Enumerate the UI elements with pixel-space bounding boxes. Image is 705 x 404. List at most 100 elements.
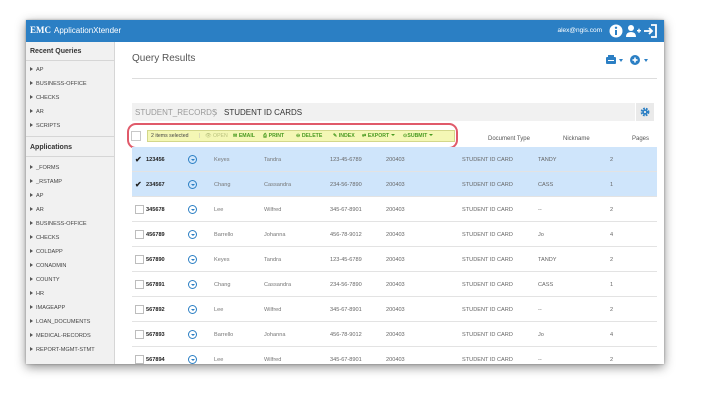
sidebar-item-ar[interactable]: AR: [30, 207, 44, 213]
expand-row-icon[interactable]: [188, 230, 197, 239]
app-window: EMC ApplicationXtender alex@ngis.com Rece…: [26, 20, 664, 364]
table-row[interactable]: ✔ 234567 Chang Cassandra 234-56-7890 200…: [132, 172, 657, 197]
expand-row-icon[interactable]: [188, 155, 197, 164]
sidebar-item-forms[interactable]: _FORMS: [30, 165, 59, 171]
caret-right-icon: [30, 319, 33, 323]
expand-row-icon[interactable]: [188, 280, 197, 289]
sidebar-item-coldapp[interactable]: COLDAPP: [30, 249, 63, 255]
export-dropdown[interactable]: ⇄ EXPORT: [362, 133, 396, 139]
row-nickname: --: [538, 207, 542, 213]
settings-button[interactable]: [636, 103, 654, 121]
row-pages: 2: [610, 157, 614, 163]
caret-right-icon: [30, 193, 33, 197]
recent-query-ar[interactable]: AR: [30, 109, 44, 115]
brand-logo[interactable]: EMC ApplicationXtender: [30, 25, 121, 35]
column-header-pages[interactable]: Pages: [632, 136, 649, 142]
caret-right-icon: [30, 109, 33, 113]
sign-out-icon[interactable]: [642, 23, 658, 39]
open-button[interactable]: 👁 OPEN: [205, 133, 228, 139]
row-checkbox[interactable]: [135, 305, 144, 314]
add-user-icon[interactable]: [625, 23, 641, 39]
row-checkbox[interactable]: [135, 330, 144, 339]
row-id: 345678: [146, 207, 165, 213]
row-nickname: CASS: [538, 182, 554, 188]
expand-row-icon[interactable]: [188, 255, 197, 264]
row-checkbox[interactable]: [135, 355, 144, 364]
caret-right-icon: [30, 291, 33, 295]
row-first-name: Cassandra: [264, 282, 292, 288]
row-id: 456789: [146, 232, 165, 238]
sidebar-divider: [26, 156, 114, 157]
selection-count: 2 items selected: [151, 133, 189, 139]
breadcrumb-application[interactable]: STUDENT_RECORDS: [135, 108, 217, 117]
sidebar: Recent Queries AP BUSINESS-OFFICE CHECKS…: [26, 42, 115, 364]
export-icon: ⇄: [362, 133, 367, 139]
email-button[interactable]: ✉ EMAIL: [233, 133, 255, 139]
sidebar-item-business-office[interactable]: BUSINESS-OFFICE: [30, 221, 87, 227]
row-checkbox[interactable]: [135, 205, 144, 214]
delete-button[interactable]: ⊖ DELETE: [296, 133, 322, 139]
row-last-name: Chang: [214, 282, 231, 288]
row-first-name: Tandra: [264, 257, 282, 263]
delete-icon: ⊖: [296, 133, 301, 139]
row-code: 200403: [386, 232, 405, 238]
row-pages: 2: [610, 207, 614, 213]
sidebar-item-ap[interactable]: AP: [30, 193, 43, 199]
sidebar-item-checks[interactable]: CHECKS: [30, 235, 59, 241]
sidebar-item-hr[interactable]: HR: [30, 291, 44, 297]
expand-row-icon[interactable]: [188, 330, 197, 339]
row-code: 200403: [386, 282, 405, 288]
row-first-name: Wilfred: [264, 357, 282, 363]
checkmark-icon[interactable]: ✔: [135, 180, 142, 189]
sidebar-item-report-mgmt-stmt[interactable]: REPORT-MGMT-STMT: [30, 347, 95, 353]
row-checkbox[interactable]: [135, 255, 144, 264]
sidebar-item-medical-records[interactable]: MEDICAL-RECORDS: [30, 333, 91, 339]
row-pages: 1: [610, 182, 614, 188]
row-nickname: TANDY: [538, 157, 557, 163]
recent-query-checks[interactable]: CHECKS: [30, 95, 59, 101]
gear-icon: [640, 107, 650, 117]
expand-row-icon[interactable]: [188, 205, 197, 214]
row-document-type: STUDENT ID CARD: [462, 257, 513, 263]
info-icon[interactable]: [608, 23, 624, 39]
row-checkbox[interactable]: [135, 230, 144, 239]
eye-icon: 👁: [205, 133, 212, 139]
row-pages: 2: [610, 257, 614, 263]
table-row[interactable]: 567891 Chang Cassandra 234-56-7890 20040…: [132, 272, 657, 297]
print-button[interactable]: ⎙ PRINT: [263, 133, 284, 140]
expand-row-icon[interactable]: [188, 180, 197, 189]
recent-query-scripts[interactable]: SCRIPTS: [30, 123, 60, 129]
sidebar-item-rstamp[interactable]: _RSTAMP: [30, 179, 62, 185]
row-pages: 2: [610, 357, 614, 363]
row-first-name: Tandra: [264, 157, 282, 163]
chevron-down-icon: [429, 134, 434, 136]
table-row[interactable]: 567890 Keyes Tandra 123-45-6789 200403 S…: [132, 247, 657, 272]
recent-query-business-office[interactable]: BUSINESS-OFFICE: [30, 81, 87, 87]
expand-row-icon[interactable]: [188, 355, 197, 364]
add-dropdown-icon[interactable]: [629, 54, 651, 66]
column-header-nickname[interactable]: Nickname: [563, 136, 590, 142]
table-row[interactable]: 456789 Barrello Johanna 456-78-9012 2004…: [132, 222, 657, 247]
checkmark-icon[interactable]: ✔: [135, 155, 142, 164]
expand-row-icon[interactable]: [188, 305, 197, 314]
scanner-dropdown-icon[interactable]: [605, 54, 625, 66]
sidebar-item-conadmin[interactable]: CONADMIN: [30, 263, 66, 269]
table-row[interactable]: 567892 Lee Wilfred 345-67-8901 200403 ST…: [132, 297, 657, 322]
user-email[interactable]: alex@ngis.com: [557, 27, 602, 34]
sidebar-item-county[interactable]: COUNTY: [30, 277, 60, 283]
index-button[interactable]: ✎ INDEX: [333, 133, 355, 139]
envelope-icon: ✉: [233, 133, 238, 139]
row-id: 234567: [146, 182, 165, 188]
sidebar-item-imageapp[interactable]: IMAGEAPP: [30, 305, 65, 311]
table-row[interactable]: ✔ 123456 Keyes Tandra 123-45-6789 200403…: [132, 147, 657, 172]
sidebar-item-loan-documents[interactable]: LOAN_DOCUMENTS: [30, 319, 90, 325]
recent-query-ap[interactable]: AP: [30, 67, 43, 73]
table-row[interactable]: 567893 Barrello Johanna 456-78-9012 2004…: [132, 322, 657, 347]
column-header-document-type[interactable]: Document Type: [488, 136, 530, 142]
row-checkbox[interactable]: [135, 280, 144, 289]
toolbar-separator: |: [199, 133, 201, 139]
table-row[interactable]: 345678 Lee Wilfred 345-67-8901 200403 ST…: [132, 197, 657, 222]
caret-right-icon: [30, 221, 33, 225]
table-row[interactable]: 567894 Lee Wilfred 345-67-8901 200403 ST…: [132, 347, 657, 364]
submit-dropdown[interactable]: ⊙SUBMIT: [403, 133, 434, 139]
